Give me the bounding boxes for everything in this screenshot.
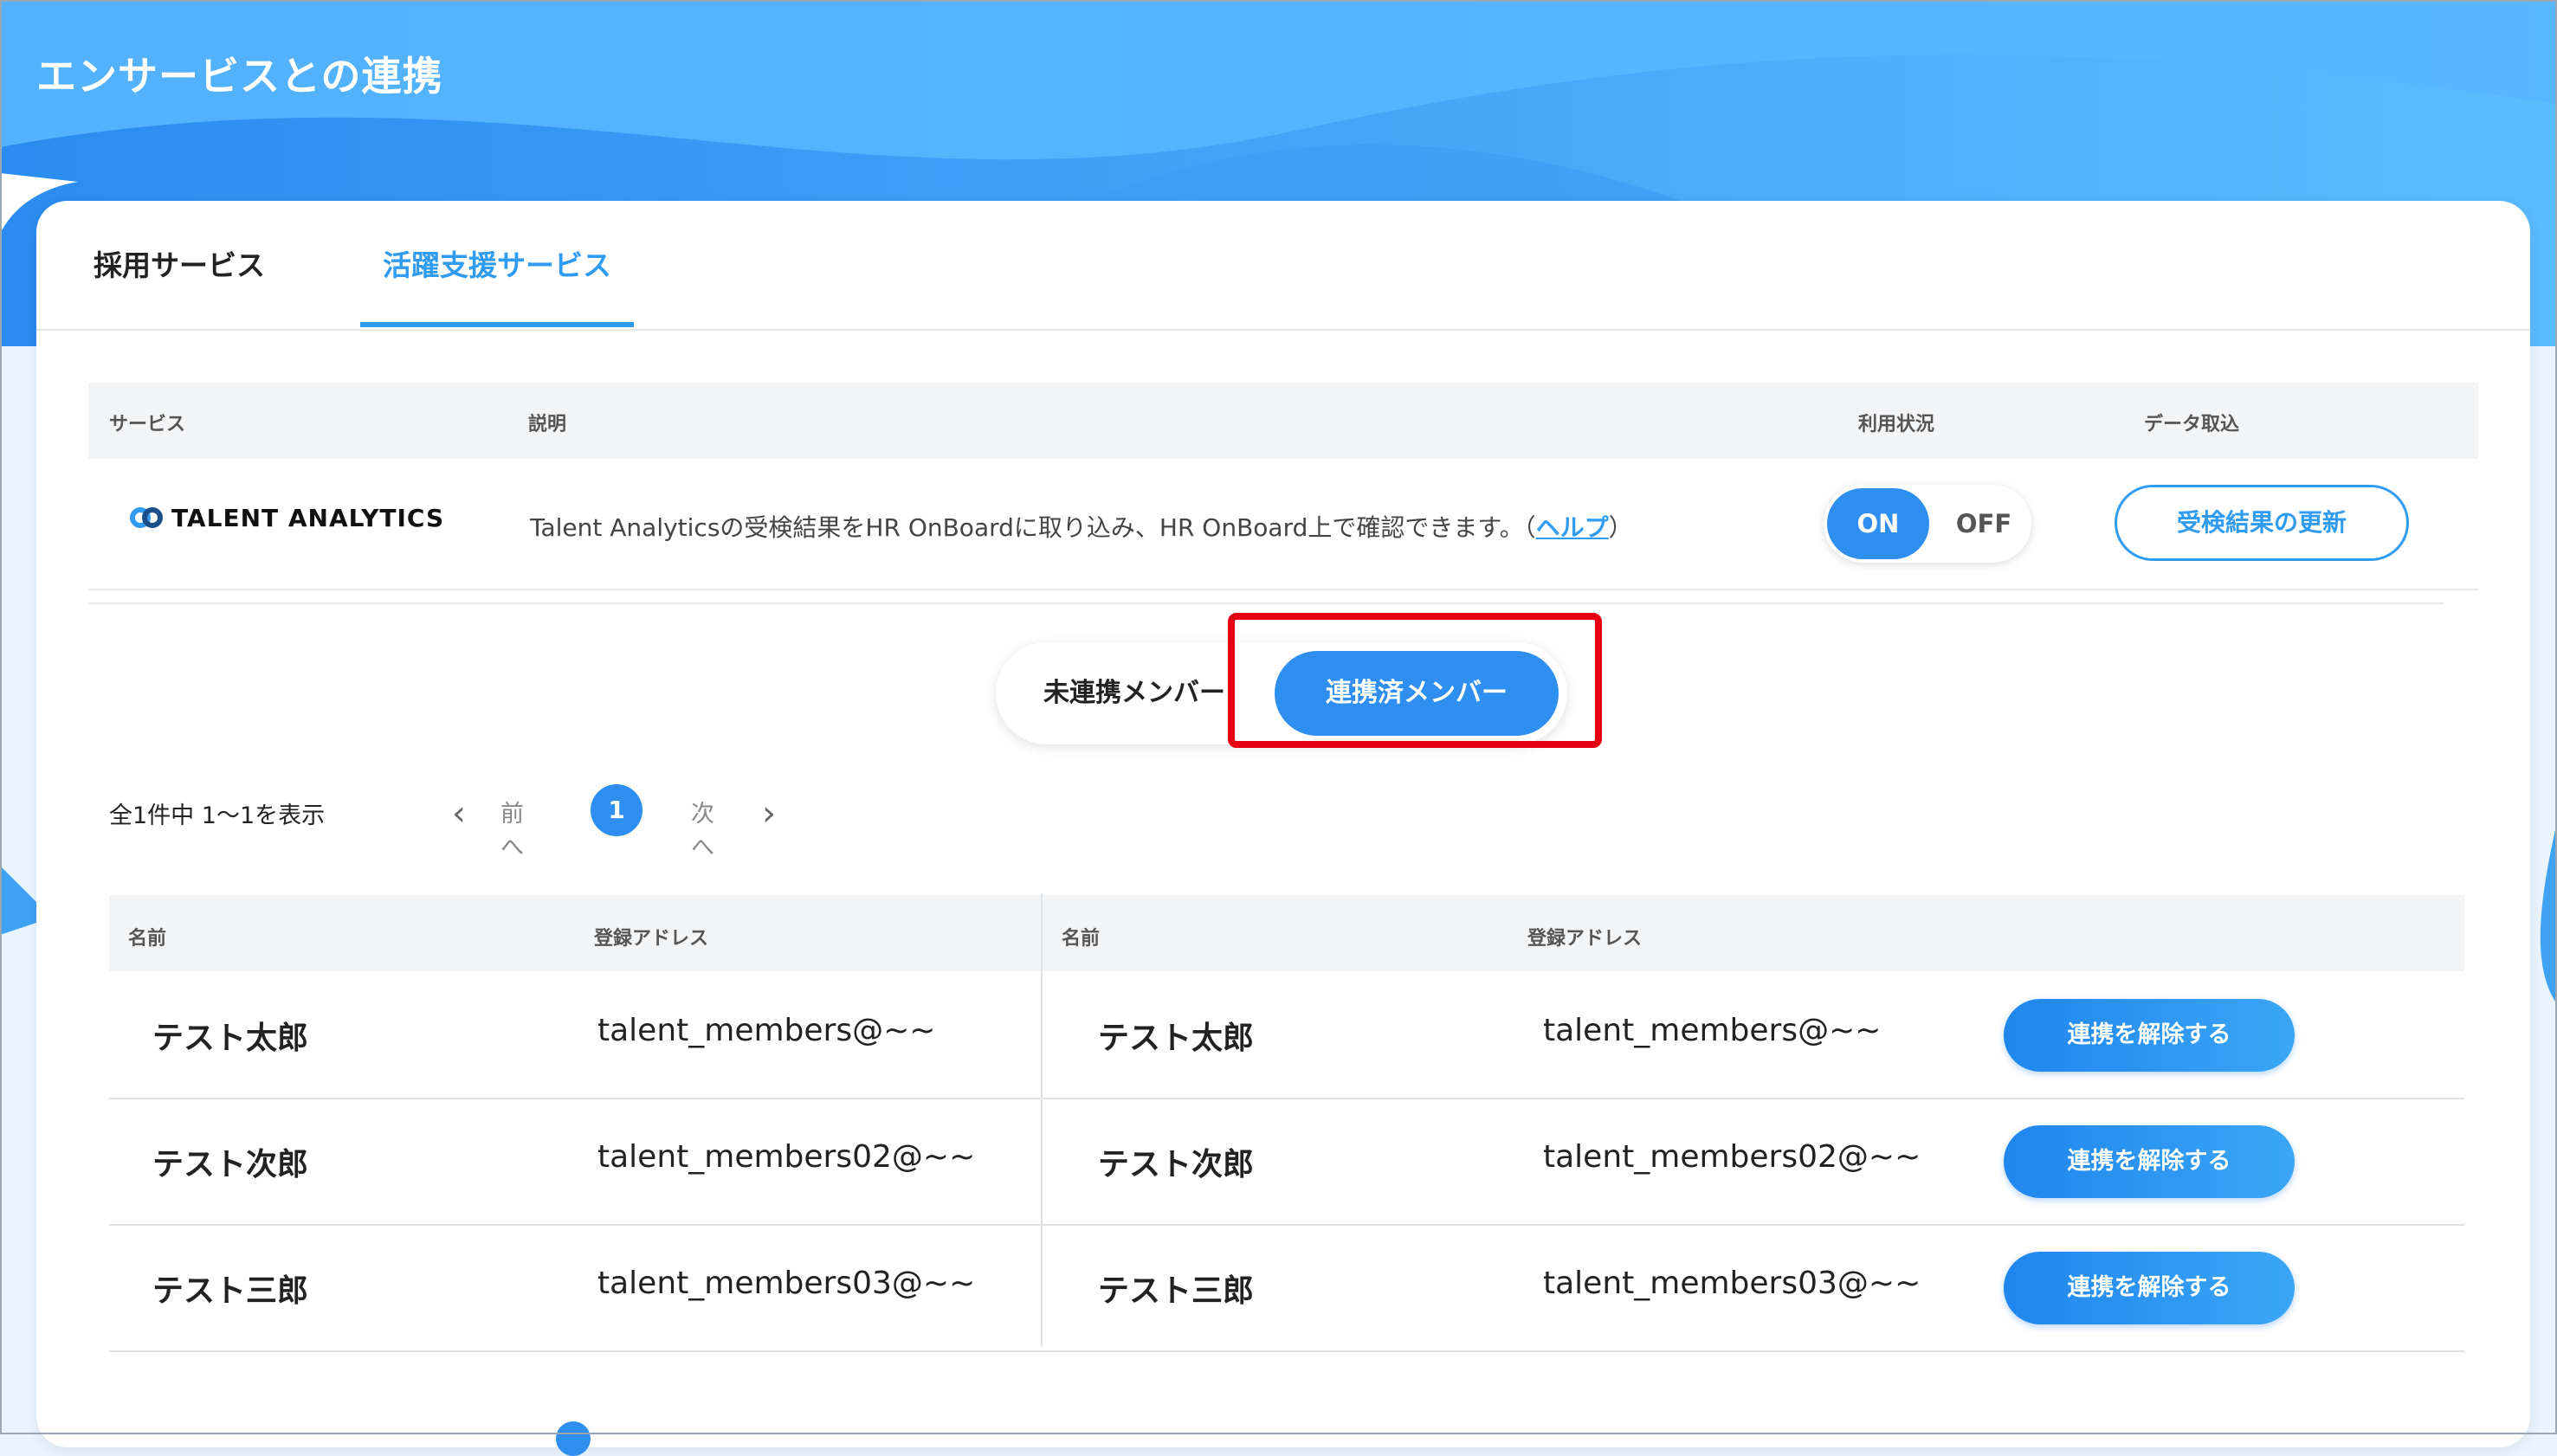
section-divider — [88, 602, 2444, 604]
table-row: テスト次郎 talent_members02@~~ テスト次郎 talent_m… — [109, 1098, 2464, 1226]
toggle-off-option[interactable]: OFF — [1945, 488, 2023, 559]
usage-toggle[interactable]: ON OFF — [1824, 485, 2031, 563]
unlink-button[interactable]: 連携を解除する — [2004, 1252, 2295, 1324]
header-name-right: 名前 — [1062, 928, 1101, 950]
update-results-button[interactable]: 受検結果の更新 — [2115, 485, 2409, 561]
member-address-right: talent_members03@~~ — [1543, 1266, 1921, 1301]
unlink-button[interactable]: 連携を解除する — [2004, 1125, 2295, 1198]
member-name-left: テスト三郎 — [152, 1273, 309, 1309]
help-link[interactable]: ヘルプ — [1536, 513, 1609, 542]
result-count: 全1件中 1〜1を表示 — [109, 802, 326, 829]
member-name-right: テスト次郎 — [1098, 1147, 1255, 1182]
member-address-right: talent_members@~~ — [1543, 1013, 1882, 1048]
highlight-box — [1228, 613, 1602, 748]
member-address-right: talent_members02@~~ — [1543, 1139, 1921, 1175]
member-table-header: 名前 登録アドレス 名前 登録アドレス — [109, 895, 2464, 971]
member-address-left: talent_members03@~~ — [597, 1266, 976, 1301]
service-table-header: サービス 説明 利用状況 データ取込 — [88, 383, 2478, 459]
service-row-talent-analytics: TALENT ANALYTICS Talent Analyticsの受検結果をH… — [88, 459, 2478, 590]
header-service: サービス — [109, 414, 186, 435]
description-text: Talent Analyticsの受検結果をHR OnBoardに取り込み、HR… — [530, 513, 1536, 542]
member-name-right: テスト三郎 — [1098, 1273, 1255, 1309]
description-end: ） — [1608, 513, 1633, 542]
header-status: 利用状況 — [1858, 414, 1935, 435]
next-page-link[interactable]: 次へ — [691, 795, 714, 862]
active-tab-indicator — [360, 322, 634, 327]
table-row: テスト太郎 talent_members@~~ テスト太郎 talent_mem… — [109, 971, 2464, 1099]
table-row: テスト三郎 talent_members03@~~ テスト三郎 talent_m… — [109, 1224, 2464, 1352]
member-address-left: talent_members02@~~ — [597, 1139, 976, 1175]
logo-icon — [130, 506, 163, 530]
page-title: エンサービスとの連携 — [36, 53, 443, 100]
header-address-right: 登録アドレス — [1527, 928, 1643, 950]
page-number-current[interactable]: 1 — [591, 784, 642, 836]
header-address-left: 登録アドレス — [594, 928, 709, 950]
toggle-on-option[interactable]: ON — [1827, 488, 1929, 559]
talent-analytics-logo: TALENT ANALYTICS — [130, 504, 444, 532]
chevron-right-icon[interactable]: › — [762, 788, 776, 840]
tab-bar: 採用サービス 活躍支援サービス — [36, 201, 2530, 331]
main-card: 採用サービス 活躍支援サービス サービス 説明 利用状況 データ取込 TALEN… — [36, 201, 2530, 1456]
member-name-left: テスト太郎 — [152, 1021, 309, 1056]
logo-text: TALENT ANALYTICS — [171, 504, 445, 532]
header-description: 説明 — [528, 414, 567, 435]
member-name-left: テスト次郎 — [152, 1147, 309, 1182]
header-name-left: 名前 — [128, 928, 167, 950]
pagination-dot — [556, 1421, 591, 1456]
member-name-right: テスト太郎 — [1098, 1021, 1255, 1056]
tab-recruitment-services[interactable]: 採用サービス — [94, 242, 265, 284]
prev-page-link[interactable]: 前へ — [500, 795, 524, 862]
chevron-left-icon[interactable]: ‹ — [452, 788, 466, 840]
header-data-import: データ取込 — [2144, 414, 2240, 435]
member-address-left: talent_members@~~ — [597, 1013, 936, 1048]
tab-engagement-services[interactable]: 活躍支援サービス — [383, 242, 611, 284]
service-description: Talent Analyticsの受検結果をHR OnBoardに取り込み、HR… — [530, 509, 1633, 544]
unlink-button[interactable]: 連携を解除する — [2004, 999, 2295, 1072]
